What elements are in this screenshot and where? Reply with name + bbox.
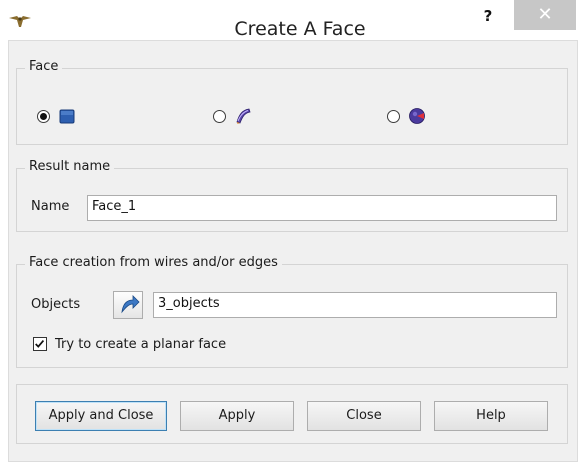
face-creation-group: Face creation from wires and/or edges Ob… (16, 255, 568, 368)
apply-button[interactable]: Apply (180, 401, 294, 431)
face-option-3[interactable] (387, 107, 426, 125)
objects-input[interactable]: 3_objects (153, 292, 557, 318)
select-objects-button[interactable] (113, 291, 143, 319)
apply-and-close-button[interactable]: Apply and Close (35, 401, 167, 431)
face-option-1[interactable] (37, 107, 76, 125)
result-group-title: Result name (25, 159, 115, 174)
help-icon[interactable]: ? (478, 7, 498, 27)
result-name-group: Result name Name Face_1 (16, 159, 568, 232)
face-creation-group-title: Face creation from wires and/or edges (25, 255, 282, 270)
action-buttons-group: Apply and Close Apply Close Help (16, 384, 568, 444)
face-type-group: Face (16, 59, 568, 145)
result-name-input[interactable]: Face_1 (87, 195, 557, 221)
help-button[interactable]: Help (434, 401, 548, 431)
objects-label: Objects (31, 297, 81, 312)
window-title: Create A Face (234, 18, 366, 40)
planar-face-checkbox[interactable] (33, 337, 47, 351)
face-option-2[interactable] (213, 107, 252, 125)
selection-arrow-icon (121, 295, 140, 314)
face-option-1-radio[interactable] (37, 109, 50, 123)
planar-face-label[interactable]: Try to create a planar face (55, 337, 226, 352)
cone-face-icon (409, 108, 425, 124)
curved-surface-icon (236, 108, 251, 124)
checkmark-icon (35, 340, 45, 348)
title-bar: Create A Face ? ✕ (0, 0, 586, 40)
close-window-button[interactable]: ✕ (514, 0, 576, 30)
name-label: Name (31, 199, 70, 214)
blue-square-face-icon (59, 109, 75, 124)
face-option-2-radio[interactable] (213, 109, 226, 123)
face-group-title: Face (25, 59, 63, 74)
close-button[interactable]: Close (307, 401, 421, 431)
face-option-3-radio[interactable] (387, 109, 400, 123)
